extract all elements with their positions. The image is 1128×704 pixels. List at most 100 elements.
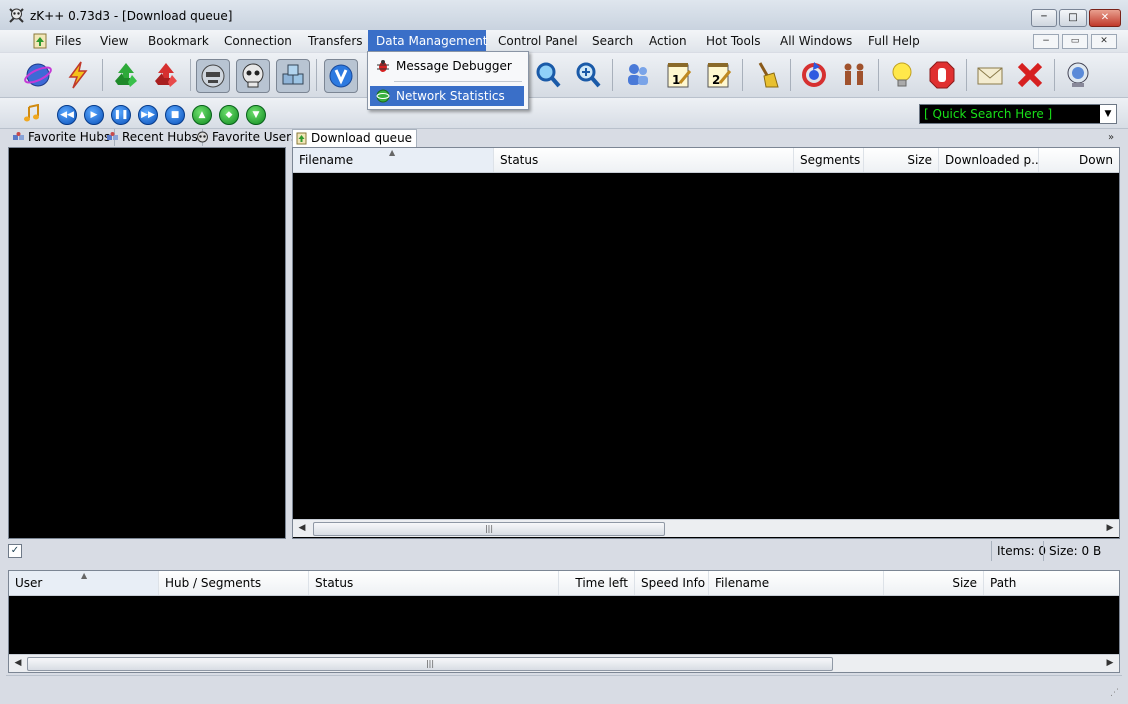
column-segments[interactable]: Segments xyxy=(794,148,864,172)
refresh-icon[interactable] xyxy=(798,59,830,91)
size-total-status: Size: 0 B xyxy=(1043,541,1106,561)
chevron-down-icon[interactable]: ▼ xyxy=(1100,105,1116,123)
download-queue-list[interactable]: Filename ▲ Status Segments Size Download… xyxy=(292,147,1120,539)
menu-full-help[interactable]: Full Help xyxy=(860,30,928,52)
menu-hot-tools[interactable]: Hot Tools xyxy=(698,30,768,52)
scroll-left-icon[interactable]: ◀ xyxy=(295,522,309,535)
next-track-icon[interactable]: ▶▶ xyxy=(138,105,158,125)
tab-scroll-button[interactable]: » xyxy=(1104,131,1118,145)
volume-up-icon[interactable]: ▲ xyxy=(192,105,212,125)
close-x-icon[interactable] xyxy=(1014,59,1046,91)
column-user[interactable]: User ▲ xyxy=(9,571,159,595)
quick-connect-lightning-icon[interactable] xyxy=(62,59,94,91)
scrollbar-thumb[interactable]: ||| xyxy=(27,657,833,671)
menu-item-message-debugger[interactable]: Message Debugger xyxy=(370,56,524,76)
lightbulb-icon[interactable] xyxy=(886,59,918,91)
people-icon[interactable] xyxy=(838,59,870,91)
tab-favorite-hubs[interactable]: Favorite Hubs xyxy=(10,129,116,146)
mdi-minimize-button[interactable]: − xyxy=(1033,34,1059,49)
scroll-right-icon[interactable]: ▶ xyxy=(1103,657,1117,670)
queue-tree-panel[interactable] xyxy=(8,147,286,539)
sort-ascending-icon: ▲ xyxy=(389,148,396,157)
transfers-header-row: User ▲ Hub / Segments Status Time left S… xyxy=(9,571,1119,596)
column-label: Filename xyxy=(299,153,354,167)
menu-bookmark[interactable]: Bookmark xyxy=(140,30,217,52)
maximize-window-button[interactable]: □ xyxy=(1059,9,1087,27)
blocks-icon[interactable] xyxy=(276,59,310,93)
hubs-icon xyxy=(13,132,24,140)
close-window-button[interactable]: ✕ xyxy=(1089,9,1121,27)
window-title: zK++ 0.73d3 - [Download queue] xyxy=(30,9,233,23)
menu-data-management[interactable]: Data Management xyxy=(368,30,488,52)
menu-view[interactable]: View xyxy=(92,30,136,52)
notepad-2-icon[interactable]: 2 xyxy=(702,59,734,91)
menu-action[interactable]: Action xyxy=(641,30,695,52)
network-face-icon[interactable] xyxy=(196,59,230,93)
column-speed-info[interactable]: Speed Info xyxy=(635,571,709,595)
column-status[interactable]: Status xyxy=(309,571,559,595)
search-spy-icon[interactable] xyxy=(572,59,604,91)
skull-crossbones-app-icon xyxy=(9,8,24,23)
tab-label: Favorite Hubs xyxy=(28,130,111,144)
previous-track-icon[interactable]: ◀◀ xyxy=(57,105,77,125)
column-downloaded[interactable]: Downloaded p... xyxy=(939,148,1039,172)
volume-down-icon[interactable]: ▼ xyxy=(246,105,266,125)
scroll-right-icon[interactable]: ▶ xyxy=(1103,522,1117,535)
broom-clear-icon[interactable] xyxy=(750,59,782,91)
tab-label: Favorite Users xyxy=(212,130,298,144)
column-time-left[interactable]: Time left xyxy=(559,571,635,595)
mdi-restore-button[interactable]: ▭ xyxy=(1062,34,1088,49)
menu-files[interactable]: Files xyxy=(47,30,89,52)
disconnect-red-recycle-icon[interactable] xyxy=(150,59,182,91)
reconnect-green-recycle-icon[interactable] xyxy=(110,59,142,91)
scrollbar-thumb[interactable]: ||| xyxy=(313,522,665,536)
pause-icon[interactable]: ❚❚ xyxy=(111,105,131,125)
window-tabs: Favorite Hubs Recent Hubs Favorite Users… xyxy=(8,128,1120,147)
download-shield-icon[interactable] xyxy=(324,59,358,93)
column-filename[interactable]: Filename xyxy=(709,571,884,595)
menu-item-label: Message Debugger xyxy=(396,59,512,73)
transfers-horizontal-scrollbar[interactable]: ◀ ||| ▶ xyxy=(9,654,1119,672)
mdi-close-button[interactable]: ✕ xyxy=(1091,34,1117,49)
scroll-left-icon[interactable]: ◀ xyxy=(11,657,25,670)
skull-icon xyxy=(197,131,208,143)
column-hub-segments[interactable]: Hub / Segments xyxy=(159,571,309,595)
quick-search-input[interactable]: [ Quick Search Here ] xyxy=(924,107,1052,121)
search-magnifier-icon[interactable] xyxy=(532,59,564,91)
quick-search-combo[interactable]: [ Quick Search Here ] ▼ xyxy=(919,104,1117,124)
column-size[interactable]: Size xyxy=(884,571,984,595)
minimize-window-button[interactable]: ─ xyxy=(1031,9,1057,27)
queue-horizontal-scrollbar[interactable]: ◀ ||| ▶ xyxy=(293,519,1119,537)
status-bar xyxy=(6,675,1122,698)
column-path[interactable]: Path xyxy=(984,571,1119,595)
menu-transfers[interactable]: Transfers xyxy=(300,30,371,52)
menu-control-panel[interactable]: Control Panel xyxy=(490,30,586,52)
skull-icon[interactable] xyxy=(236,59,270,93)
users-icon[interactable] xyxy=(622,59,654,91)
resize-grip-icon[interactable]: ⋰ xyxy=(1110,688,1122,700)
tab-download-queue[interactable]: Download queue xyxy=(292,129,418,147)
volume-toggle-icon[interactable]: ◆ xyxy=(219,105,239,125)
column-filename[interactable]: Filename ▲ xyxy=(293,148,494,172)
menu-all-windows[interactable]: All Windows xyxy=(772,30,860,52)
stop-icon[interactable]: ■ xyxy=(165,105,185,125)
column-status[interactable]: Status xyxy=(494,148,794,172)
menu-item-network-statistics[interactable]: Network Statistics xyxy=(370,86,524,106)
column-down[interactable]: Down xyxy=(1039,148,1119,172)
public-hubs-globe-icon[interactable] xyxy=(22,59,54,91)
show-tree-checkbox[interactable]: ✓ xyxy=(8,544,22,558)
menu-connection[interactable]: Connection xyxy=(216,30,300,52)
menu-separator xyxy=(394,81,522,82)
tab-recent-hubs[interactable]: Recent Hubs xyxy=(104,129,203,146)
transfers-list[interactable]: User ▲ Hub / Segments Status Time left S… xyxy=(8,570,1120,673)
notepad-1-icon[interactable]: 1 xyxy=(662,59,694,91)
network-globe-icon[interactable] xyxy=(1062,59,1094,91)
tab-favorite-users[interactable]: Favorite Users xyxy=(194,129,303,146)
play-icon[interactable]: ▶ xyxy=(84,105,104,125)
sort-ascending-icon: ▲ xyxy=(81,571,88,580)
music-note-icon[interactable] xyxy=(22,104,42,124)
stop-hand-icon[interactable] xyxy=(926,59,958,91)
mail-icon[interactable] xyxy=(974,59,1006,91)
menu-search[interactable]: Search xyxy=(584,30,641,52)
column-size[interactable]: Size xyxy=(864,148,939,172)
